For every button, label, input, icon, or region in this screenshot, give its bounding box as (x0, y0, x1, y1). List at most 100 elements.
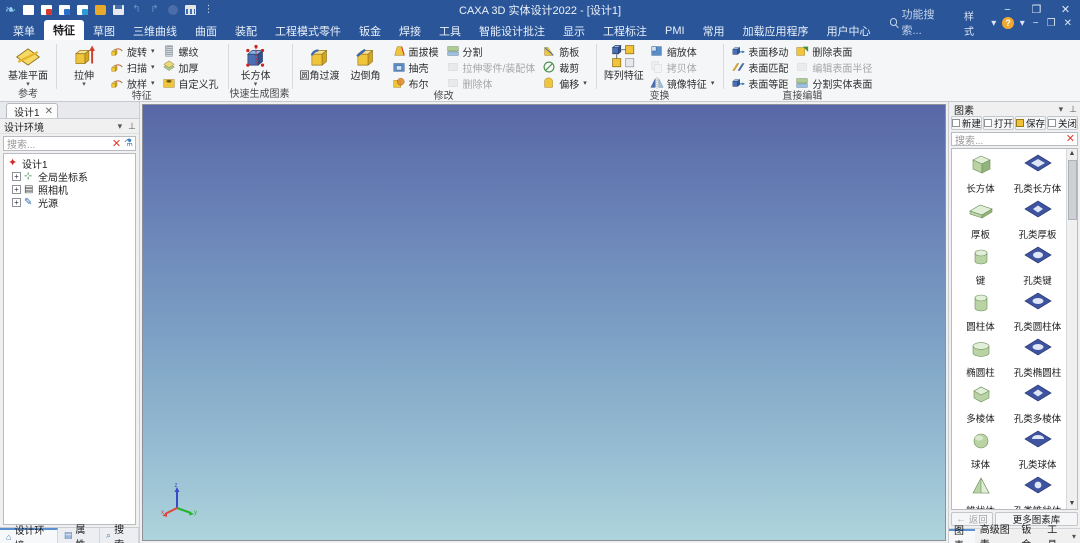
new-drawing-icon[interactable] (39, 2, 54, 17)
function-search[interactable]: 功能搜索... (880, 6, 962, 40)
print-icon[interactable] (165, 2, 180, 17)
ribbon-tab-4[interactable]: 曲面 (186, 21, 226, 40)
gallery-item[interactable]: 孔类多棱体 (1009, 382, 1066, 428)
design-tree[interactable]: ✦ 设计1 + ⊹ 全局坐标系 + ▤ 照相机 + ✎ 光源 (3, 153, 136, 525)
style-caret-icon[interactable]: ▾ (989, 18, 998, 29)
gallery-item[interactable]: 椭圆柱 (952, 336, 1009, 382)
left-tab-design-env[interactable]: ⌂设计环境 (0, 526, 58, 543)
gallery-item[interactable]: 键 (952, 244, 1009, 290)
catalog-open-button[interactable]: 打开 (983, 116, 1015, 130)
chevron-down-icon[interactable]: ▾ (82, 81, 86, 88)
catalog-scrollbar[interactable]: ▲ ▼ (1066, 149, 1077, 509)
ribbon-close-button[interactable]: ✕ (1062, 18, 1074, 29)
ribbon-button-revolve[interactable]: 旋转 ▾ (108, 43, 158, 59)
ribbon-tab-1[interactable]: 特征 (44, 20, 84, 40)
gallery-item[interactable]: 孔类椭圆柱 (1009, 336, 1066, 382)
catalog-panel-caret-icon[interactable]: ▾ (1059, 104, 1064, 115)
ribbon-button-trim[interactable]: 裁剪 (540, 59, 590, 75)
gallery-item[interactable]: 球体 (952, 428, 1009, 474)
catalog-close-button[interactable]: 关闭 (1047, 116, 1079, 130)
catalog-save-button[interactable]: 保存 (1015, 116, 1047, 130)
ribbon-tab-0[interactable]: 菜单 (4, 21, 44, 40)
gallery-item[interactable]: 厚板 (952, 198, 1009, 244)
design-env-panel-caret-icon[interactable]: ▾ (118, 121, 123, 132)
3d-viewport[interactable]: z y x (142, 104, 946, 541)
catalog-tab-3[interactable]: 工具 (1042, 525, 1068, 543)
ribbon-button-box-primitive[interactable]: 长方体 ▾ (234, 43, 278, 88)
ribbon-tab-15[interactable]: 加载应用程序 (734, 21, 818, 40)
ribbon-button-scale-body[interactable]: 缩放体 (648, 43, 718, 59)
customize-icon[interactable]: ⋮ (201, 2, 216, 17)
ribbon-button-custom-hole[interactable]: 自定义孔 (160, 75, 222, 91)
save-file-icon[interactable] (111, 2, 126, 17)
ribbon-button-boolean[interactable]: 布尔 (390, 75, 442, 91)
ribbon-button-pattern-feature[interactable]: 阵列特征 (602, 43, 646, 82)
ribbon-button-loft[interactable]: 放样 ▾ (108, 75, 158, 91)
undo-icon[interactable]: ↰ (129, 2, 144, 17)
ribbon-button-delete-face[interactable]: 删除表面 (793, 43, 875, 59)
new-part-icon[interactable] (57, 2, 72, 17)
ribbon-button-fillet[interactable]: 圆角过渡 (298, 43, 342, 82)
ribbon-button-split-solid-face[interactable]: 分割实体表面 (793, 75, 875, 91)
ribbon-tab-16[interactable]: 用户中心 (818, 21, 880, 40)
ribbon-button-sweep[interactable]: 扫描 ▾ (108, 59, 158, 75)
ribbon-button-split[interactable]: 分割 (444, 43, 539, 59)
ribbon-tab-5[interactable]: 装配 (226, 21, 266, 40)
ribbon-button-datum-plane[interactable]: 基准平面 ▾ (6, 43, 50, 88)
style-menu[interactable]: 样式 (962, 8, 985, 38)
ribbon-button-rib[interactable]: 筋板 (540, 43, 590, 59)
ribbon-button-thicken[interactable]: 加厚 (160, 59, 222, 75)
catalog-search-input[interactable]: 搜索... ✕ (951, 132, 1078, 147)
ribbon-tab-14[interactable]: 常用 (694, 21, 734, 40)
new-assembly-icon[interactable] (75, 2, 90, 17)
gallery-item[interactable]: 孔类长方体 (1009, 152, 1066, 198)
ribbon-button-offset[interactable]: 偏移 ▾ (540, 75, 590, 91)
ribbon-restore-button[interactable]: ❐ (1045, 18, 1058, 29)
scroll-down-icon[interactable]: ▼ (1069, 499, 1076, 509)
ribbon-tab-12[interactable]: 工程标注 (594, 21, 656, 40)
gallery-item[interactable]: 孔类圆柱体 (1009, 290, 1066, 336)
open-file-icon[interactable] (93, 2, 108, 17)
scroll-up-icon[interactable]: ▲ (1069, 149, 1076, 159)
grid-icon[interactable] (183, 2, 198, 17)
gallery-item[interactable]: 长方体 (952, 152, 1009, 198)
gallery-item[interactable]: 孔类球体 (1009, 428, 1066, 474)
catalog-tab-2[interactable]: 钣金 (1016, 525, 1042, 543)
design-env-search-input[interactable]: 搜索... ✕ ⚗ (3, 136, 136, 151)
tree-node-coordinate-system[interactable]: + ⊹ 全局坐标系 (6, 170, 133, 184)
ribbon-tab-10[interactable]: 智能设计批注 (470, 21, 554, 40)
ribbon-tab-6[interactable]: 工程模式零件 (266, 21, 350, 40)
ribbon-button-face-offset[interactable]: 表面等距 (729, 75, 791, 91)
ribbon-button-chamfer[interactable]: 边倒角 (344, 43, 388, 82)
ribbon-tab-2[interactable]: 草图 (84, 21, 124, 40)
catalog-panel-pin-icon[interactable]: ⊥ (1069, 104, 1077, 115)
gallery-item[interactable]: 孔类键 (1009, 244, 1066, 290)
chevron-down-icon[interactable]: ▾ (26, 81, 30, 88)
ribbon-minimize-button[interactable]: − (1031, 18, 1041, 29)
gallery-item[interactable]: 多棱体 (952, 382, 1009, 428)
document-tab-design1[interactable]: 设计1 ✕ (6, 103, 58, 119)
ribbon-tab-3[interactable]: 三维曲线 (124, 21, 186, 40)
ribbon-button-face-move[interactable]: 表面移动 (729, 43, 791, 59)
chevron-down-icon[interactable]: ▾ (151, 47, 155, 55)
gallery-item[interactable]: 孔类厚板 (1009, 198, 1066, 244)
scrollbar-thumb[interactable] (1067, 160, 1077, 220)
ribbon-tab-8[interactable]: 焊接 (390, 21, 430, 40)
gallery-item[interactable]: 圆柱体 (952, 290, 1009, 336)
ribbon-tab-9[interactable]: 工具 (430, 21, 470, 40)
chevron-down-icon[interactable]: ▾ (254, 81, 258, 88)
ribbon-button-extrude[interactable]: 拉伸 ▾ (62, 43, 106, 88)
new-file-icon[interactable] (21, 2, 36, 17)
tree-node-light[interactable]: + ✎ 光源 (6, 196, 133, 210)
chevron-down-icon[interactable]: ▾ (711, 79, 715, 87)
design-env-panel-pin-icon[interactable]: ⊥ (128, 121, 136, 132)
gallery-item[interactable]: 锥状体 (952, 474, 1009, 509)
ribbon-button-mirror-feature[interactable]: 镜像特征 ▾ (648, 75, 718, 91)
filter-icon[interactable]: ⚗ (124, 138, 133, 149)
left-tab-properties[interactable]: ▤属性 (58, 525, 101, 543)
chevron-down-icon[interactable]: ▾ (151, 63, 155, 71)
tree-expander-icon[interactable]: + (12, 198, 21, 207)
ribbon-tab-11[interactable]: 显示 (554, 21, 594, 40)
chevron-down-icon[interactable]: ▾ (151, 79, 155, 87)
gallery-item[interactable]: 孔类锥状体 (1009, 474, 1066, 509)
